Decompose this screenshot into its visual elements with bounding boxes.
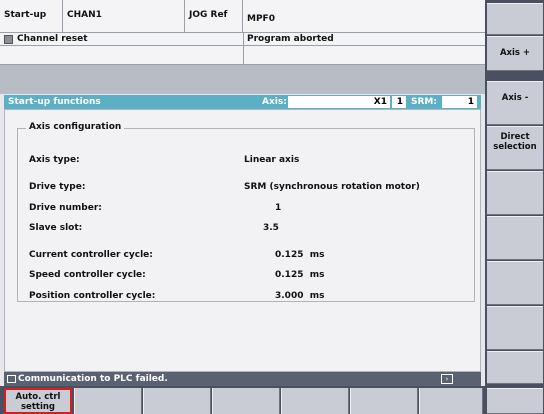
- drive-number-value: 1: [275, 203, 282, 213]
- main-panel: Axis configuration Axis type: Linear axi…: [4, 109, 481, 372]
- channel-status: Channel reset: [17, 34, 88, 44]
- vertical-softkey-bar: Axis + Axis - Direct selection: [485, 0, 544, 414]
- axis-minus-button[interactable]: Axis -: [487, 81, 543, 125]
- program-status: Program aborted: [247, 34, 334, 44]
- drive-type-value: SRM (synchronous rotation motor): [244, 182, 420, 192]
- drive-number-label: Drive number:: [29, 203, 102, 213]
- axis-plus-button[interactable]: Axis +: [487, 36, 543, 71]
- auto-ctrl-setting-button[interactable]: Auto. ctrl setting: [4, 388, 72, 414]
- status-message: Communication to PLC failed.: [18, 374, 168, 384]
- softkey-h4[interactable]: [281, 388, 349, 414]
- softkey-h2[interactable]: [143, 388, 211, 414]
- current-cycle-value: 0.125 ms: [275, 250, 325, 260]
- softkey-v4[interactable]: [487, 171, 543, 215]
- info-strip: [0, 65, 485, 94]
- axis-type-value: Linear axis: [244, 155, 300, 165]
- axis-name-value: X1: [288, 96, 390, 108]
- mode-label: JOG Ref: [185, 0, 243, 33]
- drive-type-label: Drive type:: [29, 182, 86, 192]
- area-label: Start-up: [0, 0, 63, 33]
- reset-icon: [4, 35, 13, 44]
- status-row: Channel reset Program aborted: [0, 33, 485, 46]
- message-icon: [7, 375, 16, 383]
- softkey-v0[interactable]: [487, 3, 543, 35]
- softkey-h5[interactable]: [350, 388, 418, 414]
- direct-selection-button[interactable]: Direct selection: [487, 126, 543, 170]
- window-title: Start-up functions: [8, 97, 101, 107]
- slave-slot-label: Slave slot:: [29, 223, 83, 233]
- speed-cycle-value: 0.125 ms: [275, 270, 325, 280]
- slave-slot-value: 3.5: [263, 223, 279, 233]
- srm-number-value: 1: [442, 96, 477, 108]
- current-cycle-label: Current controller cycle:: [29, 250, 153, 260]
- softkey-h3[interactable]: [212, 388, 280, 414]
- softkey-v9[interactable]: [487, 388, 543, 414]
- softkey-v7[interactable]: [487, 306, 543, 350]
- group-title: Axis configuration: [26, 122, 125, 132]
- position-cycle-value: 3.000 ms: [275, 291, 325, 301]
- softkey-h6[interactable]: [419, 388, 483, 414]
- status-bar: Communication to PLC failed. ›: [4, 372, 481, 386]
- expand-icon[interactable]: ›: [441, 374, 453, 384]
- softkey-v5[interactable]: [487, 216, 543, 260]
- softkey-v8[interactable]: [487, 351, 543, 384]
- srm-label: SRM:: [411, 97, 437, 107]
- axis-type-label: Axis type:: [29, 155, 80, 165]
- alarm-row: [0, 46, 485, 65]
- softkey-v6[interactable]: [487, 261, 543, 305]
- position-cycle-label: Position controller cycle:: [29, 291, 156, 301]
- speed-cycle-label: Speed controller cycle:: [29, 270, 146, 280]
- axis-label: Axis:: [262, 97, 287, 107]
- program-name: MPF0: [247, 14, 275, 24]
- axis-number-value: 1: [392, 96, 406, 108]
- window-titlebar: Start-up functions Axis: X1 1 SRM: 1: [4, 95, 481, 109]
- channel-label: CHAN1: [63, 0, 185, 33]
- softkey-h1[interactable]: [74, 388, 142, 414]
- horizontal-softkey-bar: Auto. ctrl setting: [0, 386, 485, 414]
- header-bar: Start-up CHAN1 JOG Ref MPF0: [0, 0, 485, 33]
